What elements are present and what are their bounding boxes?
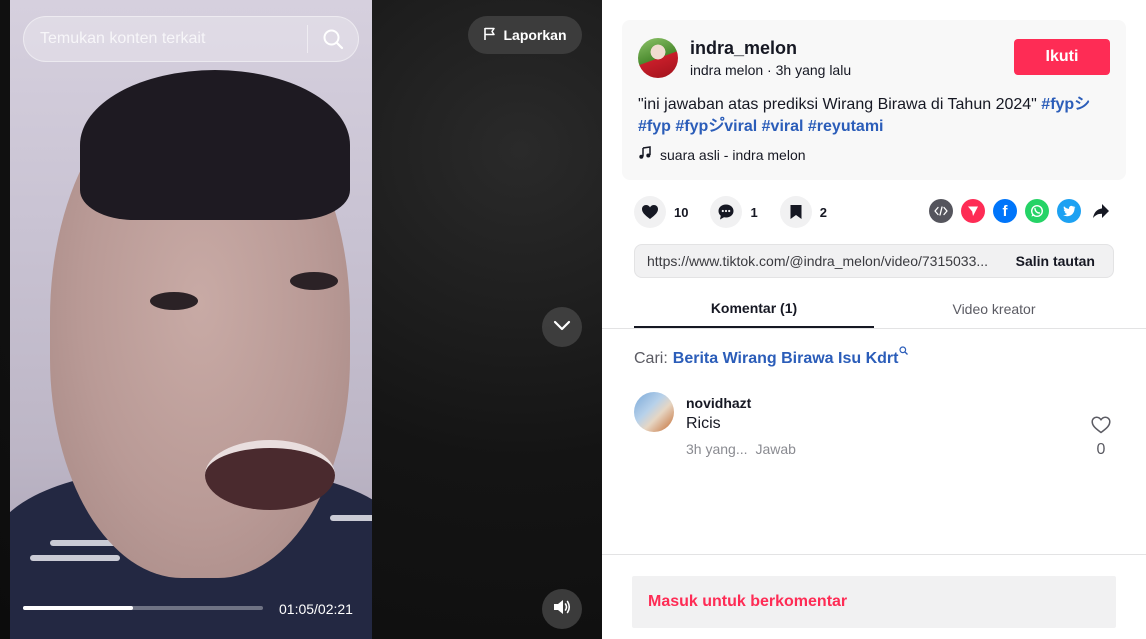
hashtag[interactable]: #reyutami	[808, 118, 884, 135]
copy-link-box: https://www.tiktok.com/@indra_melon/vide…	[634, 244, 1114, 278]
hashtag[interactable]: #fyp	[638, 118, 671, 135]
bookmark-icon	[779, 196, 812, 228]
video-progress-bar[interactable]	[23, 606, 263, 610]
video-subject-mouth	[205, 440, 335, 510]
search-suggestion-label: Cari:	[634, 350, 668, 367]
next-video-button[interactable]	[542, 307, 582, 347]
video-progress-fill	[23, 606, 134, 610]
heart-outline-icon	[1091, 416, 1111, 438]
chevron-down-icon	[552, 315, 572, 340]
whatsapp-icon[interactable]	[1025, 199, 1049, 223]
video-subject-hair	[80, 70, 350, 220]
video-player[interactable]: Temukan konten terkait Laporkan 01:05/02…	[0, 0, 602, 639]
comment-item: novidhazt Ricis 3h yang... Jawab 0	[634, 392, 1114, 462]
reply-button[interactable]: Jawab	[756, 441, 796, 457]
post-subline: indra melon · 3h yang lalu	[690, 62, 851, 78]
video-time: 01:05/02:21	[279, 601, 353, 617]
search-suggestion-term[interactable]: Berita Wirang Birawa Isu Kdrt	[673, 350, 899, 368]
related-search-bar[interactable]: Temukan konten terkait	[23, 16, 359, 62]
separator: ·	[767, 62, 772, 78]
username[interactable]: indra_melon	[690, 38, 797, 59]
video-url[interactable]: https://www.tiktok.com/@indra_melon/vide…	[635, 253, 1002, 269]
related-search-input[interactable]: Temukan konten terkait	[24, 30, 307, 48]
tab-comments[interactable]: Komentar (1)	[634, 290, 874, 328]
display-name: indra melon	[690, 62, 764, 78]
post-info-card: indra_melon indra melon · 3h yang lalu I…	[622, 20, 1126, 180]
divider	[602, 328, 1146, 329]
volume-button[interactable]	[542, 589, 582, 629]
music-note-icon	[638, 146, 652, 163]
hashtag[interactable]: #fypシ	[1041, 96, 1090, 113]
volume-icon	[552, 597, 572, 622]
comment-text: Ricis	[686, 415, 721, 432]
caption-text: "ini jawaban atas prediksi Wirang Birawa…	[638, 96, 1037, 113]
video-subject-eye	[150, 292, 198, 310]
sound-name: suara asli - indra melon	[660, 146, 806, 163]
save-button[interactable]: 2	[779, 196, 827, 228]
post-time: 3h yang lalu	[775, 62, 852, 78]
comment-like-count: 0	[1096, 441, 1106, 458]
share-row: f	[929, 199, 1113, 223]
login-to-comment-button[interactable]: Masuk untuk berkomentar	[632, 576, 1116, 628]
twitter-icon[interactable]	[1057, 199, 1081, 223]
like-count: 10	[674, 204, 689, 220]
hashtag[interactable]: #fypシ゚viral	[675, 118, 757, 135]
search-icon[interactable]	[308, 16, 358, 62]
hashtag[interactable]: #viral	[762, 118, 804, 135]
post-caption: "ini jawaban atas prediksi Wirang Birawa…	[638, 94, 1116, 138]
comment-username[interactable]: novidhazt	[686, 395, 751, 411]
shirt-stripe	[330, 515, 372, 521]
tab-creator-videos[interactable]: Video kreator	[874, 290, 1114, 328]
like-button[interactable]: 10	[634, 196, 688, 228]
follow-button[interactable]: Ikuti	[1014, 39, 1110, 75]
search-icon	[899, 342, 909, 360]
avatar[interactable]	[638, 38, 678, 78]
comment-time: 3h yang...	[686, 441, 748, 457]
send-icon[interactable]	[961, 199, 985, 223]
comment-icon	[710, 196, 743, 228]
search-suggestion[interactable]: Cari: Berita Wirang Birawa Isu Kdrt	[634, 346, 909, 368]
copy-link-button[interactable]: Salin tautan	[1002, 253, 1113, 269]
divider	[602, 554, 1146, 555]
facebook-icon[interactable]: f	[993, 199, 1017, 223]
comment-tabs: Komentar (1) Video kreator	[634, 290, 1114, 328]
heart-icon	[634, 196, 666, 228]
action-bar: 10 1 2	[634, 196, 849, 228]
report-button[interactable]: Laporkan	[468, 16, 582, 54]
report-label: Laporkan	[503, 27, 567, 43]
comment-like-button[interactable]: 0	[1090, 416, 1112, 459]
video-frame[interactable]	[10, 0, 372, 639]
video-subject-eye	[290, 272, 338, 290]
shirt-stripe	[30, 555, 120, 561]
comment-meta: 3h yang... Jawab	[686, 441, 796, 457]
flag-icon	[483, 27, 497, 44]
save-count: 2	[819, 204, 827, 220]
embed-icon[interactable]	[929, 199, 953, 223]
share-arrow-icon[interactable]	[1089, 199, 1113, 223]
comment-button[interactable]: 1	[710, 196, 758, 228]
sound-link[interactable]: suara asli - indra melon	[638, 146, 806, 163]
comment-count: 1	[750, 204, 758, 220]
avatar[interactable]	[634, 392, 674, 432]
